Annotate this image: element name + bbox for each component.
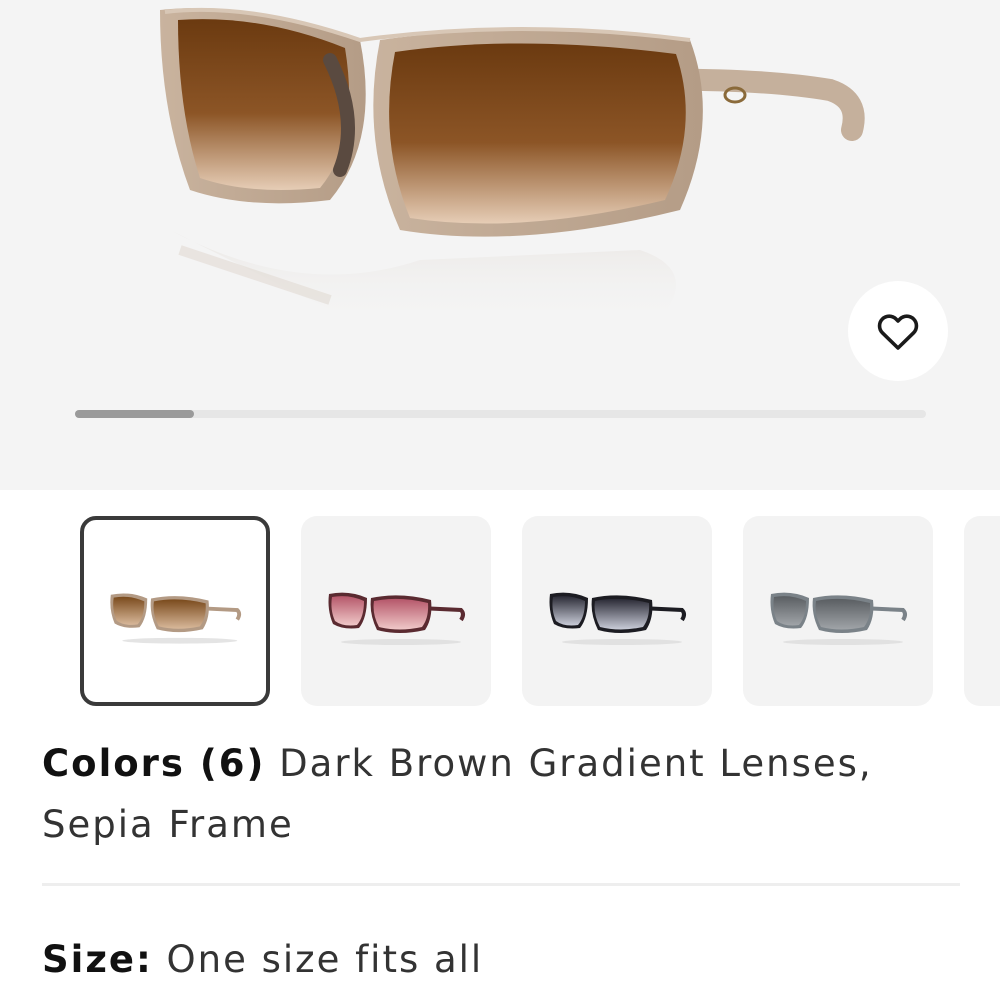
selected-color-description: Colors (6) Dark Brown Gradient Lenses, S…	[42, 733, 942, 855]
size-label: Size:	[42, 938, 153, 981]
color-swatch[interactable]	[522, 516, 712, 706]
product-image-gallery[interactable]	[0, 0, 1000, 490]
color-swatch-list	[0, 516, 1000, 706]
gallery-progress-indicator	[75, 410, 195, 418]
favorite-button[interactable]	[848, 281, 948, 381]
gallery-progress-track[interactable]	[75, 410, 926, 418]
size-value: One size fits all	[166, 938, 484, 981]
divider	[42, 883, 960, 886]
color-swatch-partial[interactable]	[964, 516, 1000, 706]
color-swatch[interactable]	[301, 516, 491, 706]
heart-outline-icon	[877, 314, 919, 350]
colors-label: Colors (6)	[42, 742, 266, 785]
color-swatch[interactable]	[743, 516, 933, 706]
color-swatch[interactable]	[80, 516, 270, 706]
size-info: Size: One size fits all	[42, 935, 483, 985]
